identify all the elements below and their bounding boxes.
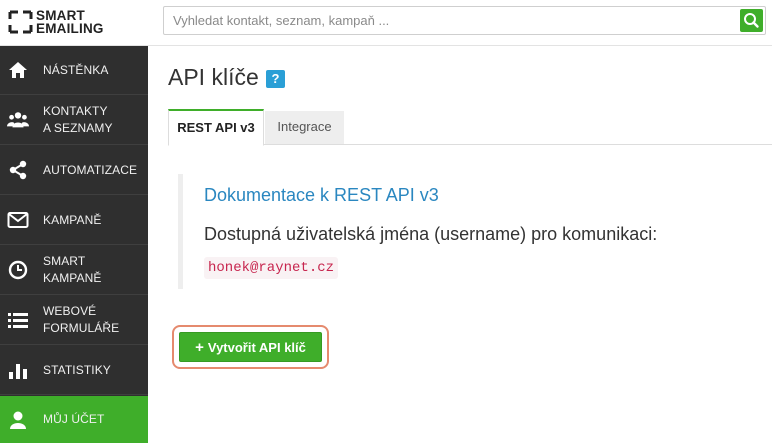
sidebar-item-contacts[interactable]: KONTAKTY A SEZNAMY	[0, 96, 148, 145]
help-icon[interactable]: ?	[266, 70, 285, 88]
sidebar-item-automation[interactable]: AUTOMATIZACE	[0, 146, 148, 195]
sidebar-item-smart-campaigns[interactable]: SMART KAMPANĚ	[0, 246, 148, 295]
sidebar-item-label: NÁSTĚNKA	[43, 62, 109, 77]
bar-chart-icon	[7, 359, 29, 381]
create-api-key-label: Vytvořit API klíč	[207, 339, 306, 355]
page-title: API klíče	[168, 64, 259, 90]
top-bar: SMART EMAILING	[0, 0, 772, 46]
sidebar: NÁSTĚNKA KONTAKTY A SEZNAMY AUTOMATIZACE…	[0, 46, 148, 443]
envelope-icon	[7, 209, 29, 231]
sidebar-item-label: WEBOVÉ FORMULÁŘE	[43, 304, 120, 335]
logo-text: SMART EMAILING	[36, 8, 104, 36]
smartemailing-logo[interactable]: SMART EMAILING	[8, 9, 118, 37]
tab-rest-api-v3[interactable]: REST API v3	[168, 109, 264, 146]
api-username: honek@raynet.cz	[204, 257, 339, 279]
users-icon	[7, 109, 29, 131]
api-info-block: Dokumentace k REST API v3 Dostupná uživa…	[178, 174, 698, 289]
tab-bar: REST API v3 Integrace	[168, 109, 772, 146]
create-button-highlight: + Vytvořit API klíč	[172, 325, 329, 369]
sidebar-item-web-forms[interactable]: WEBOVÉ FORMULÁŘE	[0, 296, 148, 345]
sidebar-item-dashboard[interactable]: NÁSTĚNKA	[0, 46, 148, 95]
search-input[interactable]	[164, 7, 734, 34]
sidebar-item-label: STATISTIKY	[43, 362, 111, 377]
usernames-label: Dostupná uživatelská jména (username) pr…	[204, 224, 658, 244]
sidebar-item-label: KONTAKTY A SEZNAMY	[43, 104, 113, 135]
sidebar-item-statistics[interactable]: STATISTIKY	[0, 346, 148, 395]
share-icon	[7, 159, 29, 181]
home-icon	[7, 59, 29, 81]
list-icon	[7, 309, 29, 331]
sidebar-item-label: SMART KAMPANĚ	[43, 254, 102, 285]
sidebar-item-my-account[interactable]: MŮJ ÚČET	[0, 396, 148, 443]
rest-api-docs-link[interactable]: Dokumentace k REST API v3	[204, 185, 439, 206]
create-api-key-button[interactable]: + Vytvořit API klíč	[179, 332, 322, 362]
main-content: API klíče ? REST API v3 Integrace Dokume…	[148, 46, 772, 443]
search-box	[163, 6, 766, 35]
tab-integrations[interactable]: Integrace	[265, 111, 344, 144]
clock-icon	[7, 259, 29, 281]
plus-icon: +	[195, 338, 204, 356]
sidebar-item-campaigns[interactable]: KAMPANĚ	[0, 196, 148, 245]
search-button[interactable]	[740, 9, 763, 32]
search-icon	[744, 13, 759, 28]
sidebar-item-label: AUTOMATIZACE	[43, 162, 138, 177]
user-icon	[7, 409, 29, 431]
sidebar-item-label: MŮJ ÚČET	[43, 412, 105, 426]
sidebar-item-label: KAMPANĚ	[43, 212, 102, 227]
logo-mark-icon	[8, 10, 33, 34]
